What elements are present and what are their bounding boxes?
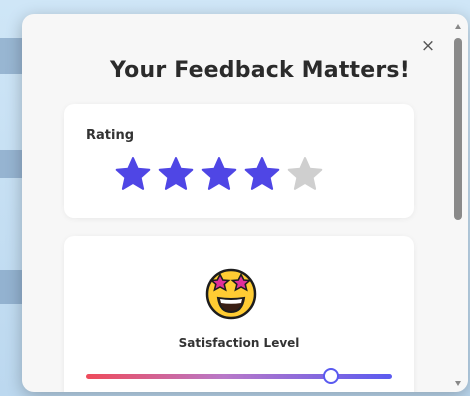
feedback-modal: × Your Feedback Matters! Rating Satisfac… [22, 14, 468, 392]
slider-track[interactable] [86, 374, 392, 379]
star-struck-face-icon [205, 268, 257, 320]
rating-card: Rating [64, 104, 414, 218]
star-filled-icon[interactable] [201, 156, 237, 192]
star-rating [115, 156, 323, 192]
scroll-up-arrow-icon[interactable] [455, 24, 461, 29]
satisfaction-slider[interactable] [86, 368, 392, 385]
scroll-down-arrow-icon[interactable] [455, 381, 461, 386]
star-filled-icon[interactable] [244, 156, 280, 192]
slider-thumb[interactable] [322, 368, 339, 384]
rating-label: Rating [86, 128, 135, 143]
satisfaction-card: Satisfaction Level [64, 236, 414, 392]
close-button[interactable]: × [418, 36, 438, 56]
satisfaction-label: Satisfaction Level [178, 336, 300, 350]
star-filled-icon[interactable] [115, 156, 151, 192]
star-filled-icon[interactable] [158, 156, 194, 192]
star-empty-icon[interactable] [287, 156, 323, 192]
modal-title: Your Feedback Matters! [110, 58, 410, 83]
